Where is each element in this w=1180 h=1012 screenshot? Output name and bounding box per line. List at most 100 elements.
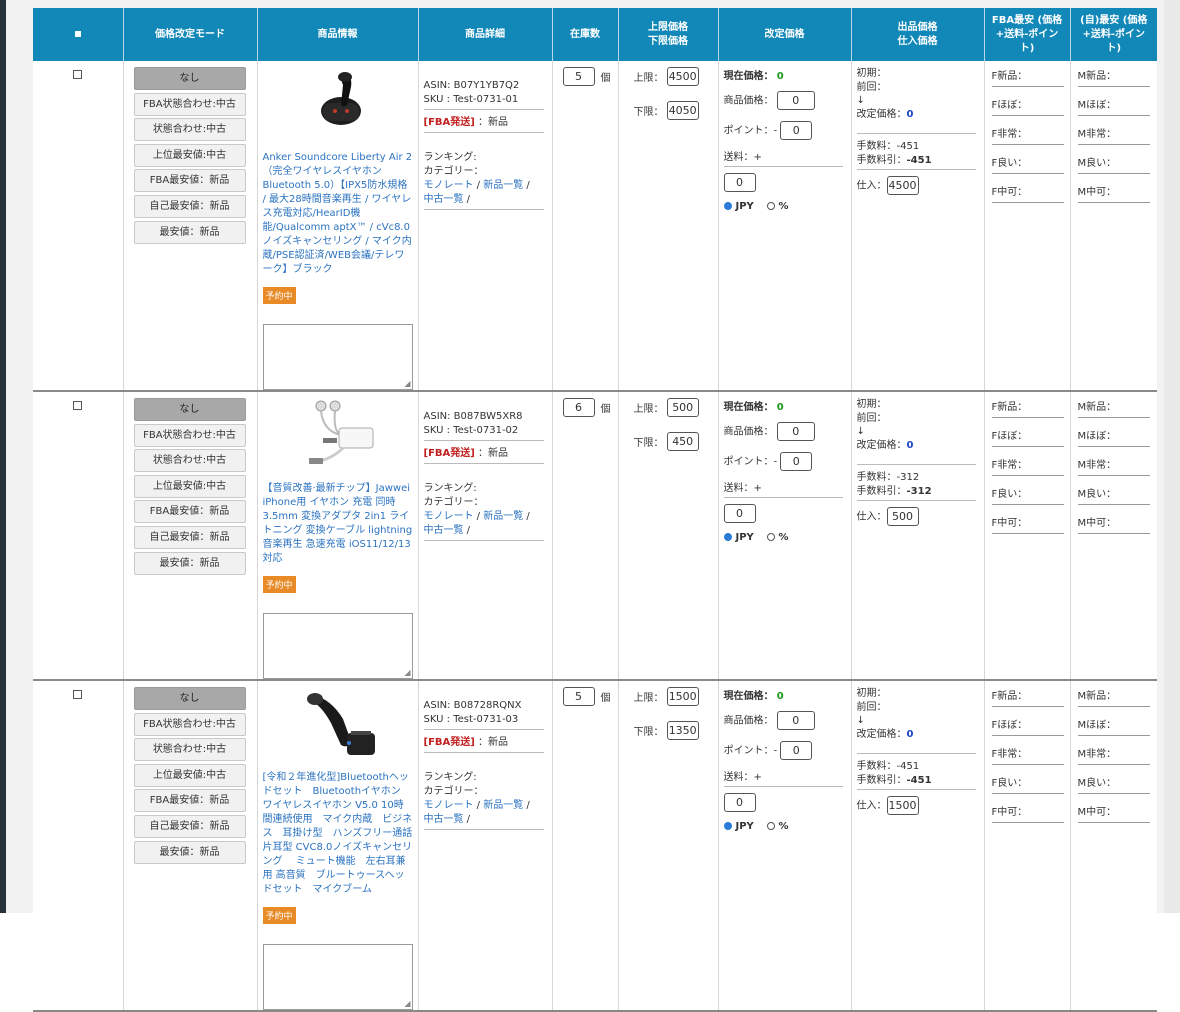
row-checkbox[interactable] bbox=[73, 70, 83, 79]
ranking-text: ランキング: bbox=[423, 772, 477, 783]
shipping-input[interactable]: 0 bbox=[723, 504, 756, 523]
upper-limit-input[interactable]: 500 bbox=[666, 398, 699, 417]
lower-limit-input[interactable]: 4050 bbox=[666, 101, 699, 120]
mode-lowest-button[interactable]: 最安値：新品 bbox=[133, 840, 246, 864]
mode-fba-condition-button[interactable]: FBA状態合わせ:中古 bbox=[133, 423, 246, 447]
mode-none-button[interactable]: なし bbox=[133, 687, 246, 710]
fba-acceptable-item: F中可： bbox=[991, 183, 1070, 212]
mode-fba-condition-button[interactable]: FBA状態合わせ:中古 bbox=[133, 712, 246, 736]
percent-radio[interactable] bbox=[766, 822, 775, 830]
select-all-checkbox[interactable] bbox=[33, 8, 124, 61]
price-limits-cell: 上限： 4500 下限： 4050 bbox=[618, 61, 719, 392]
mode-list: なし FBA状態合わせ:中古 状態合わせ:中古 上位最安値:中古 FBA最安値：… bbox=[124, 61, 257, 244]
jpy-radio[interactable] bbox=[723, 533, 732, 541]
mode-none-button[interactable]: なし bbox=[133, 398, 246, 421]
mode-lowest-button[interactable]: 最安値：新品 bbox=[133, 220, 246, 244]
mode-self-lowest-button[interactable]: 自己最安値：新品 bbox=[133, 194, 246, 218]
fba-new-item: F新品： bbox=[991, 67, 1070, 96]
self-very-good-item: M非常： bbox=[1077, 125, 1158, 154]
stock-input[interactable]: 5 bbox=[562, 67, 595, 86]
jpy-radio[interactable] bbox=[723, 202, 732, 210]
mode-self-lowest-button[interactable]: 自己最安値：新品 bbox=[133, 525, 246, 549]
self-acceptable-item: M中可： bbox=[1077, 183, 1158, 212]
mode-fba-lowest-button[interactable]: FBA最安値：新品 bbox=[133, 789, 246, 813]
col-self-lowest: (自)最安 (価格 +送料-ポイン ト) bbox=[1070, 8, 1157, 61]
point-input[interactable]: 0 bbox=[780, 741, 813, 760]
category-text: カテゴリー： bbox=[423, 166, 484, 177]
current-price-value: 0 bbox=[776, 71, 784, 82]
adapter-cable-icon[interactable] bbox=[263, 398, 413, 474]
stock-input[interactable]: 5 bbox=[562, 687, 595, 706]
mode-self-lowest-button[interactable]: 自己最安値：新品 bbox=[133, 814, 246, 838]
table-row: なし FBA状態合わせ:中古 状態合わせ:中古 上位最安値:中古 FBA最安値：… bbox=[33, 391, 1157, 681]
used-list-link[interactable]: 中古一覧 bbox=[424, 814, 464, 825]
price-limits-cell: 上限： 500 下限： 450 bbox=[618, 391, 719, 681]
purchase-price-input[interactable]: 500 bbox=[886, 507, 919, 526]
upper-limit-input[interactable]: 1500 bbox=[666, 687, 699, 706]
point-input[interactable]: 0 bbox=[780, 121, 813, 140]
item-price-input[interactable]: 0 bbox=[776, 91, 815, 110]
shipping-input[interactable]: 0 bbox=[723, 173, 756, 192]
jpy-radio[interactable] bbox=[723, 822, 732, 830]
col-product-info: 商品情報 bbox=[257, 8, 419, 61]
item-price-input[interactable]: 0 bbox=[776, 711, 815, 730]
price-limits-cell: 上限： 1500 下限： 1350 bbox=[618, 680, 719, 1012]
monorate-link[interactable]: モノレート bbox=[424, 511, 474, 522]
lower-limit-input[interactable]: 450 bbox=[666, 432, 699, 451]
sku-text: SKU : Test-0731-03 bbox=[423, 714, 519, 725]
percent-radio[interactable] bbox=[766, 202, 775, 210]
product-title-link[interactable]: [令和２年進化型]Bluetoothヘッドセット Bluetoothイヤホン ワ… bbox=[263, 771, 418, 897]
mode-fba-lowest-button[interactable]: FBA最安値：新品 bbox=[133, 500, 246, 524]
mode-upper-lowest-button[interactable]: 上位最安値:中古 bbox=[133, 763, 246, 787]
product-title-link[interactable]: 【音質改善·最新チップ】Jawwei iPhone用 イヤホン 充電 同時 3.… bbox=[263, 482, 413, 566]
purchase-price-input[interactable]: 4500 bbox=[886, 176, 919, 195]
monorate-link[interactable]: モノレート bbox=[424, 180, 474, 191]
fba-lowest-cell: F新品： Fほぼ： F非常： F良い： F中可： bbox=[984, 61, 1071, 392]
fba-good-item: F良い： bbox=[991, 485, 1070, 514]
row-checkbox[interactable] bbox=[73, 690, 83, 699]
shipping-input[interactable]: 0 bbox=[723, 793, 756, 812]
unit-label: 個 bbox=[600, 693, 611, 704]
monorate-link[interactable]: モノレート bbox=[424, 800, 474, 811]
mode-condition-button[interactable]: 状態合わせ:中古 bbox=[133, 738, 246, 762]
upper-limit-input[interactable]: 4500 bbox=[666, 67, 699, 86]
mode-none-button[interactable]: なし bbox=[133, 67, 246, 90]
self-lowest-cell: M新品： Mほぼ： M非常： M良い： M中可： bbox=[1070, 680, 1158, 1012]
percent-radio[interactable] bbox=[766, 533, 775, 541]
mode-upper-lowest-button[interactable]: 上位最安値:中古 bbox=[133, 474, 246, 498]
mode-upper-lowest-button[interactable]: 上位最安値:中古 bbox=[133, 143, 246, 167]
fee-value: -451 bbox=[896, 141, 920, 152]
mode-condition-button[interactable]: 状態合わせ:中古 bbox=[133, 449, 246, 473]
row-select-cell bbox=[33, 61, 124, 392]
new-list-link[interactable]: 新品一覧 bbox=[483, 800, 523, 811]
row-checkbox[interactable] bbox=[73, 401, 83, 410]
purchase-price-input[interactable]: 1500 bbox=[886, 796, 919, 815]
mode-cell: なし FBA状態合わせ:中古 状態合わせ:中古 上位最安値:中古 FBA最安値：… bbox=[123, 680, 258, 1012]
bluetooth-headset-icon[interactable] bbox=[263, 687, 413, 763]
resize-grip-icon[interactable]: ◢ bbox=[404, 668, 410, 677]
listing-price-cell: 初期： 前回： ↓ 改定価格：0 手数料：-451 手数料引：-451 仕入： 4… bbox=[851, 61, 985, 392]
used-list-link[interactable]: 中古一覧 bbox=[424, 194, 464, 205]
resize-grip-icon[interactable]: ◢ bbox=[404, 999, 410, 1008]
mode-fba-lowest-button[interactable]: FBA最安値：新品 bbox=[133, 169, 246, 193]
memo-textarea[interactable]: ◢ bbox=[262, 324, 413, 389]
fba-very-good-item: F非常： bbox=[991, 745, 1070, 774]
memo-textarea[interactable]: ◢ bbox=[262, 944, 413, 1009]
lower-limit-input[interactable]: 1350 bbox=[666, 721, 699, 740]
new-list-link[interactable]: 新品一覧 bbox=[483, 511, 523, 522]
earbuds-icon[interactable] bbox=[263, 67, 413, 143]
mode-fba-condition-button[interactable]: FBA状態合わせ:中古 bbox=[133, 92, 246, 116]
new-list-link[interactable]: 新品一覧 bbox=[483, 180, 523, 191]
mode-lowest-button[interactable]: 最安値：新品 bbox=[133, 551, 246, 575]
product-title-link[interactable]: Anker Soundcore Liberty Air 2（完全ワイヤレスイヤホ… bbox=[263, 151, 413, 277]
mode-condition-button[interactable]: 状態合わせ:中古 bbox=[133, 118, 246, 142]
used-list-link[interactable]: 中古一覧 bbox=[424, 525, 464, 536]
scroll-gutter[interactable] bbox=[1164, 0, 1180, 913]
item-price-input[interactable]: 0 bbox=[776, 422, 815, 441]
self-acceptable-item: M中可： bbox=[1077, 803, 1158, 832]
memo-textarea[interactable]: ◢ bbox=[262, 613, 413, 678]
point-input[interactable]: 0 bbox=[780, 452, 813, 471]
stock-input[interactable]: 6 bbox=[562, 398, 595, 417]
resize-grip-icon[interactable]: ◢ bbox=[404, 379, 410, 388]
fee-value: -312 bbox=[896, 472, 920, 483]
